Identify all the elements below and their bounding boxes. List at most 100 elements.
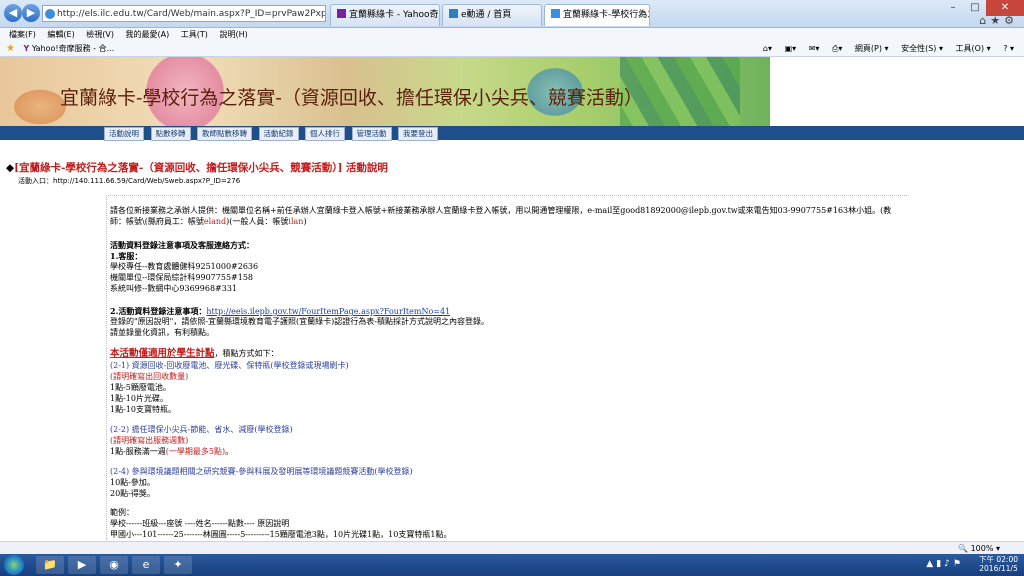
yahoo-favicon	[337, 9, 346, 18]
home-icon[interactable]: ⌂	[979, 14, 990, 27]
favorites-item[interactable]: Yahoo!奇摩服務 - 合...	[32, 44, 114, 53]
safety-menu[interactable]: 安全性(S) ▾	[901, 44, 943, 53]
page-menu[interactable]: 網頁(P) ▾	[855, 44, 889, 53]
nav-manage-activity[interactable]: 管理活動	[351, 127, 392, 141]
contact-title: 活動資料登錄注意事項及客服連絡方式：	[110, 240, 254, 250]
ie-top-icons: ⌂★⚙	[979, 14, 1018, 27]
system-tray: ▲▮♪⚑	[926, 559, 964, 569]
tray-up-icon[interactable]: ▲	[926, 559, 936, 569]
section-2-4-item: 10點-參加。	[110, 478, 155, 487]
diamond-bullet-icon: ◆	[6, 162, 15, 174]
home-cmd-icon[interactable]: ⌂▾	[763, 44, 772, 53]
headline-main: 宜蘭綠卡-學校行為之落實-（資源回收、擔任環保小尖兵、競賽活動）	[19, 162, 338, 174]
favorites-star-icon[interactable]: ★	[6, 43, 15, 54]
nav-logout[interactable]: 我要登出	[398, 127, 438, 141]
menu-bar: 檔案(F) 編輯(E) 檢視(V) 我的最愛(A) 工具(T) 說明(H)	[0, 28, 1024, 41]
minimize-icon[interactable]: –	[942, 0, 964, 16]
ie-page-icon	[45, 9, 55, 19]
intro-line-2: 師：帳號\(縣府員工：帳號eland)(一般人員：帳號ilan)	[110, 217, 307, 226]
favorites-bar: ★ Y Yahoo!奇摩服務 - 合... ⌂▾ ▣▾ ✉▾ ⎙▾ 網頁(P) …	[0, 41, 1024, 57]
banner-title: 宜蘭綠卡-學校行為之落實-（資源回收、擔任環保小尖兵、競賽活動）	[60, 87, 643, 109]
section-2-1-note: (請明確寫出回收數量)	[110, 372, 189, 381]
volume-icon[interactable]: ♪	[944, 559, 953, 569]
section-2-2-note: (請明確寫出服務週數)	[110, 436, 189, 445]
section-2-1-title: (2-1) 資源回收-回收廢電池、廢光碟、保特瓶(學校登錄或現場刷卡)	[110, 361, 349, 370]
menu-view[interactable]: 檢視(V)	[86, 30, 114, 39]
menu-help[interactable]: 說明(H)	[219, 30, 247, 39]
media-player-icon[interactable]: ▶	[68, 556, 96, 574]
nav-activity-info[interactable]: 活動說明	[104, 127, 144, 141]
flag-icon[interactable]: ⚑	[953, 559, 964, 569]
status-bar: 🔍 100% ▾	[0, 541, 1024, 555]
menu-edit[interactable]: 編輯(E)	[47, 30, 74, 39]
service-title: 1.客服：	[110, 251, 143, 261]
section-2-4-title: (2-4) 參與環境議題相關之研究競賽-參與科展及發明展等環境議題競賽活動(學校…	[110, 467, 413, 476]
section-2-4-item: 20點-得獎。	[110, 489, 155, 498]
page-headline: ◆[宜蘭綠卡-學校行為之落實-（資源回收、擔任環保小尖兵、競賽活動）] 活動說明	[6, 160, 388, 175]
registration-line: 登錄的"原因說明"，請依照-宜蘭縣環境教育電子護照(宜蘭綠卡)認證行為表-積點採…	[110, 317, 490, 326]
favorites-star-icon[interactable]: ★	[990, 14, 1004, 27]
section-2-1-item: 1點-10片光碟。	[110, 394, 168, 403]
registration-heading: 2.活動資料登錄注意事項：http://eeis.ilepb.gov.tw/Fo…	[110, 306, 451, 316]
menu-favorites[interactable]: 我的最愛(A)	[126, 30, 170, 39]
section-2-2-title: (2-2) 擔任環保小尖兵-節能、省水、減廢(學校登錄)	[110, 425, 293, 434]
nav-activity-records[interactable]: 活動紀錄	[258, 127, 299, 141]
nav-point-transfer[interactable]: 點數移轉	[150, 127, 191, 141]
banner: 宜蘭綠卡-學校行為之落實-（資源回收、擔任環保小尖兵、競賽活動）	[0, 57, 770, 126]
tab-label: 宜蘭縣綠卡 - Yahoo奇摩 搜尋...	[349, 10, 439, 20]
help-menu[interactable]: ? ▾	[1003, 44, 1014, 53]
clock-time: 下午 02:00	[979, 555, 1018, 564]
explorer-icon[interactable]: 📁	[36, 556, 64, 574]
banner-blank	[770, 57, 1024, 126]
menu-tools[interactable]: 工具(T)	[181, 30, 208, 39]
tab-edong[interactable]: e動通 / 首頁	[442, 4, 542, 26]
activity-entry-url: 活動入口：http://140.111.66.59/Card/Web/Sweb.…	[18, 177, 241, 185]
command-bar: ⌂▾ ▣▾ ✉▾ ⎙▾ 網頁(P) ▾ 安全性(S) ▾ 工具(O) ▾ ? ▾	[753, 41, 1014, 56]
print-icon[interactable]: ⎙▾	[832, 44, 842, 53]
menu-file[interactable]: 檔案(F)	[9, 30, 36, 39]
close-tab-icon[interactable]: ×	[637, 5, 645, 25]
yahoo-icon: Y	[23, 44, 30, 53]
section-2-1-item: 1點-10支寶特瓶。	[110, 405, 176, 414]
ie-taskbar-icon[interactable]: e	[132, 556, 160, 574]
taskbar: 📁 ▶ ◉ e ✦ ▲▮♪⚑ 下午 02:00 2016/11/5	[0, 554, 1024, 576]
section-2-1-item: 1點-5顆廢電池。	[110, 383, 171, 392]
intro-line-1: 請各位新接業務之承辦人提供：機關單位名稱+前任承辦人宜蘭綠卡登入帳號+新接業務承…	[110, 206, 892, 215]
back-icon[interactable]: ◀	[4, 4, 22, 22]
main-content: ◆[宜蘭綠卡-學校行為之落實-（資源回收、擔任環保小尖兵、競賽活動）] 活動說明…	[0, 145, 1024, 541]
headline-suffix: 活動說明	[345, 162, 388, 174]
chrome-icon[interactable]: ◉	[100, 556, 128, 574]
edong-favicon	[449, 9, 458, 18]
mail-icon[interactable]: ✉▾	[809, 44, 820, 53]
scope-line: 本活動僅適用於學生計點，積點方式如下：	[110, 348, 279, 359]
nav-personal-ranking[interactable]: 個人排行	[305, 127, 345, 141]
example-title: 範例：	[110, 508, 134, 517]
service-line: 學校專任--教育處體健科9251000#2636	[110, 262, 259, 271]
service-line: 系統叫修--數網中心9369968#331	[110, 284, 238, 293]
acrobat-icon[interactable]: ✦	[164, 556, 192, 574]
start-button-icon[interactable]	[4, 555, 24, 575]
settings-gear-icon[interactable]: ⚙	[1004, 14, 1018, 27]
forward-icon[interactable]: ▶	[22, 4, 40, 22]
address-bar[interactable]: http://els.ilc.edu.tw/Card/Web/main.aspx…	[42, 5, 326, 22]
feeds-icon[interactable]: ▣▾	[785, 44, 797, 53]
nav-teacher-point-transfer[interactable]: 教師點數移轉	[197, 127, 252, 141]
web-page: 宜蘭綠卡-學校行為之落實-（資源回收、擔任環保小尖兵、競賽活動） 活動說明 點數…	[0, 57, 1024, 541]
service-line: 機關單位--環保局綜計科9907755#158	[110, 273, 254, 282]
site-nav: 活動說明 點數移轉 教師點數移轉 活動紀錄 個人排行 管理活動 我要登出	[104, 126, 441, 141]
address-text: http://els.ilc.edu.tw/Card/Web/main.aspx…	[57, 9, 325, 19]
example-line: 甲國小---101------25-------林圓圓-----5-------…	[110, 530, 452, 539]
clock-date: 2016/11/5	[979, 564, 1018, 573]
tab-yahoo[interactable]: 宜蘭縣綠卡 - Yahoo奇摩 搜尋...	[330, 4, 440, 26]
headline-bracket: ]	[337, 162, 343, 174]
example-line: 學校------班級---座號 ----姓名------點數---- 原因說明	[110, 519, 290, 528]
clock[interactable]: 下午 02:00 2016/11/5	[979, 555, 1018, 573]
network-icon[interactable]: ▮	[936, 559, 944, 569]
tools-menu[interactable]: 工具(O) ▾	[956, 44, 991, 53]
tab-active-greencard[interactable]: 宜蘭縣綠卡-學校行為之落...×	[544, 4, 650, 26]
section-2-2-item: 1點-服務滿一週(一學期最多5點)。	[110, 447, 234, 456]
registration-link[interactable]: http://eeis.ilepb.gov.tw/FourItemPage.as…	[206, 307, 450, 316]
tab-label: e動通 / 首頁	[461, 10, 512, 20]
registration-line: 請並錄量化資訊，有利積點。	[110, 328, 214, 337]
ie-favicon	[551, 9, 560, 18]
